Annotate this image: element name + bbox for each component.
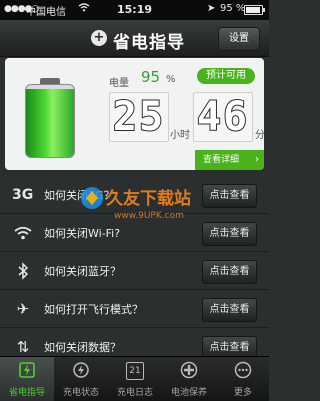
battery-icon — [244, 5, 265, 15]
calendar-icon: 21 — [126, 362, 144, 380]
plus-circle-icon: + — [91, 30, 107, 46]
3g-icon: 3G — [12, 187, 34, 203]
charge-status-icon — [71, 361, 91, 381]
tab-charge-log[interactable]: 21 充电日志 — [108, 357, 162, 401]
battery-percent: 95 % — [220, 3, 246, 14]
tab-label: 充电状态 — [62, 388, 99, 398]
tab-label: 充电日志 — [116, 388, 153, 398]
view-details-button[interactable]: 查看详细 › — [195, 150, 264, 170]
tab-label: 省电指导 — [8, 388, 45, 398]
bluetooth-icon — [12, 260, 34, 282]
tab-bar: 省电指导 充电状态 21 充电日志 电池保养 更多 — [0, 356, 269, 401]
minutes-unit: 分 — [255, 130, 265, 141]
hours-display: 25 — [109, 92, 169, 142]
level-value: 95 — [141, 68, 161, 86]
battery-fill — [26, 88, 74, 157]
view-button[interactable]: 点击查看 — [202, 260, 257, 284]
battery-status-card: 电量 95 % 预计可用 25 小时 46 分 查看详细 › — [5, 58, 265, 170]
list-item-text: 如何关闭蓝牙？ — [44, 265, 121, 278]
tab-battery-care[interactable]: 电池保养 — [162, 357, 216, 401]
watermark-url: www.9UPK.com — [114, 211, 184, 221]
tab-power-guide[interactable]: 省电指导 — [0, 357, 54, 401]
list-item-airplane[interactable]: ✈ 如何打开飞行模式？ 点击查看 — [0, 290, 269, 328]
wifi-icon — [12, 222, 34, 244]
battery-body — [25, 84, 75, 158]
list-item-bluetooth[interactable]: 如何关闭蓝牙？ 点击查看 — [0, 252, 269, 290]
available-time-badge: 预计可用 — [197, 68, 255, 84]
view-button[interactable]: 点击查看 — [202, 184, 257, 208]
watermark-text: 久友下载站 — [106, 188, 191, 209]
minutes-display: 46 — [193, 92, 253, 142]
tab-label: 更多 — [233, 388, 252, 398]
data-icon: ⇅ — [16, 338, 30, 356]
view-button[interactable]: 点击查看 — [202, 222, 257, 246]
airplane-icon: ✈ — [16, 300, 30, 318]
chevron-right-icon: › — [255, 154, 259, 165]
battery-care-icon — [179, 361, 199, 381]
guide-icon — [17, 361, 37, 381]
status-bar: ●●●●○ 中国电信 15:19 ➤ 95 % — [0, 0, 269, 20]
hours-unit: 小时 — [170, 130, 190, 141]
battery-level-graphic — [25, 78, 75, 158]
level-unit: % — [166, 74, 176, 85]
watermark: 久友下载站 www.9UPK.com — [78, 178, 198, 230]
page-title: 省电指导 — [113, 33, 185, 53]
level-label: 电量 — [109, 78, 129, 89]
tab-charge-status[interactable]: 充电状态 — [54, 357, 108, 401]
list-item-text: 如何打开飞行模式？ — [44, 303, 143, 316]
tab-label: 电池保养 — [170, 388, 207, 398]
list-item-text: 如何关闭数据？ — [44, 341, 121, 354]
settings-button[interactable]: 设置 — [218, 27, 260, 51]
tab-more[interactable]: 更多 — [216, 357, 270, 401]
view-details-label: 查看详细 — [203, 155, 240, 165]
location-arrow-icon: ➤ — [207, 3, 216, 14]
more-icon — [233, 361, 253, 381]
app-header: + 省电指导 设置 — [0, 20, 269, 57]
view-button[interactable]: 点击查看 — [202, 298, 257, 322]
